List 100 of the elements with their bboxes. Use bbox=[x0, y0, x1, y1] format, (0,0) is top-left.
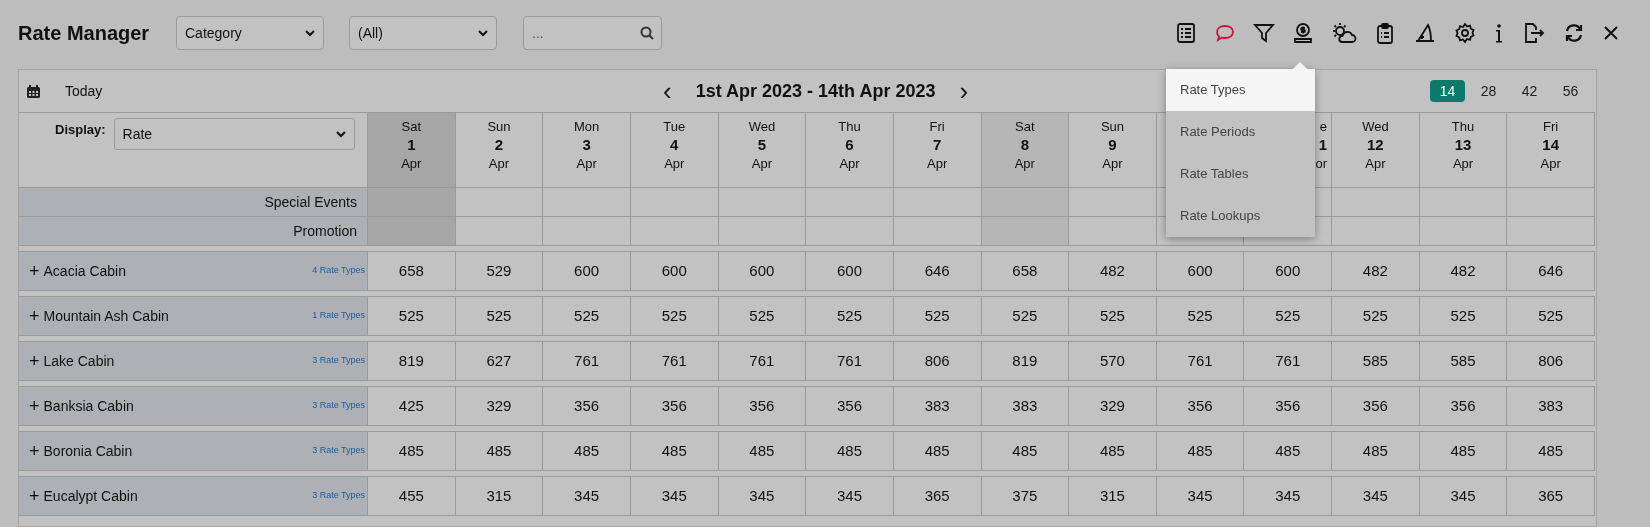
menu-item[interactable]: Rate Tables bbox=[1166, 153, 1315, 195]
rate-cell[interactable]: 485 bbox=[1244, 432, 1333, 471]
rate-cell[interactable]: 485 bbox=[368, 432, 456, 471]
rate-cell[interactable]: 525 bbox=[1507, 297, 1595, 336]
page-size-button[interactable]: 42 bbox=[1512, 80, 1547, 102]
rate-cell[interactable]: 819 bbox=[368, 342, 456, 381]
rate-cell[interactable]: 525 bbox=[1069, 297, 1157, 336]
weather-icon[interactable] bbox=[1331, 22, 1357, 44]
rate-cell[interactable]: 383 bbox=[1507, 387, 1595, 426]
calendar-icon[interactable] bbox=[27, 84, 40, 98]
day-header[interactable]: Mon 3 Apr bbox=[543, 112, 631, 188]
rate-cell[interactable]: 646 bbox=[1507, 252, 1595, 291]
day-header[interactable]: Tue 4 Apr bbox=[630, 112, 719, 188]
page-size-button[interactable]: 14 bbox=[1430, 80, 1465, 102]
rate-cell[interactable]: 806 bbox=[1507, 342, 1595, 381]
rate-cell[interactable]: 600 bbox=[630, 252, 719, 291]
rate-cell[interactable]: 485 bbox=[893, 432, 982, 471]
rate-cell[interactable]: 525 bbox=[981, 297, 1070, 336]
rate-cell[interactable]: 525 bbox=[1244, 297, 1333, 336]
day-header[interactable]: Sun 2 Apr bbox=[455, 112, 544, 188]
rate-cell[interactable]: 482 bbox=[1419, 252, 1508, 291]
menu-item[interactable]: Rate Types bbox=[1166, 69, 1315, 111]
rate-cell[interactable]: 425 bbox=[368, 387, 456, 426]
day-header[interactable]: Fri 7 Apr bbox=[893, 112, 982, 188]
rate-cell[interactable]: 356 bbox=[1244, 387, 1333, 426]
next-button[interactable]: › bbox=[955, 78, 973, 104]
rate-cell[interactable]: 585 bbox=[1419, 342, 1508, 381]
rate-cell[interactable]: 356 bbox=[806, 387, 894, 426]
rate-cell[interactable]: 485 bbox=[543, 432, 631, 471]
checklist-icon[interactable] bbox=[1175, 22, 1197, 44]
rate-cell[interactable]: 345 bbox=[543, 477, 631, 516]
rate-cell[interactable]: 356 bbox=[543, 387, 631, 426]
rate-cell[interactable]: 761 bbox=[543, 342, 631, 381]
today-button[interactable]: Today bbox=[65, 80, 103, 102]
rate-cell[interactable]: 365 bbox=[893, 477, 982, 516]
close-icon[interactable] bbox=[1602, 24, 1620, 42]
rate-cell[interactable]: 485 bbox=[981, 432, 1070, 471]
dropdown[interactable]: (All) bbox=[349, 16, 497, 50]
rate-cell[interactable]: 525 bbox=[1419, 297, 1508, 336]
expand-button[interactable]: + bbox=[29, 442, 40, 460]
rate-cell[interactable]: 485 bbox=[1069, 432, 1157, 471]
rate-cell[interactable]: 485 bbox=[1156, 432, 1245, 471]
day-header[interactable]: Thu 6 Apr bbox=[806, 112, 894, 188]
rate-cell[interactable]: 345 bbox=[1332, 477, 1420, 516]
rate-cell[interactable]: 315 bbox=[455, 477, 544, 516]
rate-cell[interactable]: 525 bbox=[1156, 297, 1245, 336]
rate-cell[interactable]: 761 bbox=[1156, 342, 1245, 381]
rate-cell[interactable]: 525 bbox=[630, 297, 719, 336]
rate-cell[interactable]: 345 bbox=[1244, 477, 1333, 516]
rate-cell[interactable]: 627 bbox=[455, 342, 544, 381]
day-header[interactable]: Wed 5 Apr bbox=[718, 112, 807, 188]
rate-cell[interactable]: 485 bbox=[718, 432, 807, 471]
rate-cell[interactable]: 570 bbox=[1069, 342, 1157, 381]
rate-cell[interactable]: 525 bbox=[718, 297, 807, 336]
rate-cell[interactable]: 375 bbox=[981, 477, 1070, 516]
rate-cell[interactable]: 345 bbox=[806, 477, 894, 516]
rate-cell[interactable]: 485 bbox=[630, 432, 719, 471]
previous-button[interactable]: ‹ bbox=[659, 78, 676, 104]
rate-cell[interactable]: 525 bbox=[368, 297, 456, 336]
rate-cell[interactable]: 356 bbox=[630, 387, 719, 426]
chat-bubble-icon[interactable] bbox=[1214, 22, 1236, 44]
rate-cell[interactable]: 485 bbox=[1507, 432, 1595, 471]
rate-cell[interactable]: 345 bbox=[1419, 477, 1508, 516]
rate-cell[interactable]: 600 bbox=[1244, 252, 1333, 291]
rate-cell[interactable]: 482 bbox=[1332, 252, 1420, 291]
rate-cell[interactable]: 485 bbox=[1419, 432, 1508, 471]
rate-cell[interactable]: 761 bbox=[630, 342, 719, 381]
day-header[interactable]: Sun 9 Apr bbox=[1069, 112, 1157, 188]
menu-item[interactable]: Rate Lookups bbox=[1166, 195, 1315, 237]
info-icon[interactable] bbox=[1493, 22, 1505, 44]
rate-cell[interactable]: 315 bbox=[1069, 477, 1157, 516]
rate-cell[interactable]: 600 bbox=[543, 252, 631, 291]
rate-cell[interactable]: 525 bbox=[543, 297, 631, 336]
rate-cell[interactable]: 482 bbox=[1069, 252, 1157, 291]
rate-cell[interactable]: 600 bbox=[718, 252, 807, 291]
dollar-coin-icon[interactable] bbox=[1292, 22, 1314, 44]
display-dropdown[interactable]: Rate bbox=[113, 118, 355, 150]
clipboard-icon[interactable] bbox=[1374, 22, 1396, 44]
day-header[interactable]: Thu 13 Apr bbox=[1419, 112, 1508, 188]
dropdown[interactable]: Category bbox=[176, 16, 324, 50]
rate-cell[interactable]: 525 bbox=[893, 297, 982, 336]
rate-cell[interactable]: 356 bbox=[1419, 387, 1508, 426]
rate-cell[interactable]: 529 bbox=[455, 252, 544, 291]
rate-cell[interactable]: 383 bbox=[981, 387, 1070, 426]
expand-button[interactable]: + bbox=[29, 307, 40, 325]
menu-item[interactable]: Rate Periods bbox=[1166, 111, 1315, 153]
refresh-icon[interactable] bbox=[1563, 22, 1585, 44]
rate-cell[interactable]: 485 bbox=[455, 432, 544, 471]
rate-cell[interactable]: 356 bbox=[718, 387, 807, 426]
exit-icon[interactable] bbox=[1522, 22, 1546, 44]
rate-cell[interactable]: 658 bbox=[981, 252, 1070, 291]
rate-cell[interactable]: 761 bbox=[718, 342, 807, 381]
rate-cell[interactable]: 761 bbox=[1244, 342, 1333, 381]
rate-cell[interactable]: 525 bbox=[806, 297, 894, 336]
rate-cell[interactable]: 345 bbox=[718, 477, 807, 516]
rate-cell[interactable]: 600 bbox=[1156, 252, 1245, 291]
rate-cell[interactable]: 365 bbox=[1507, 477, 1595, 516]
day-header[interactable]: Wed 12 Apr bbox=[1332, 112, 1420, 188]
rate-cell[interactable]: 329 bbox=[455, 387, 544, 426]
expand-button[interactable]: + bbox=[29, 487, 40, 505]
